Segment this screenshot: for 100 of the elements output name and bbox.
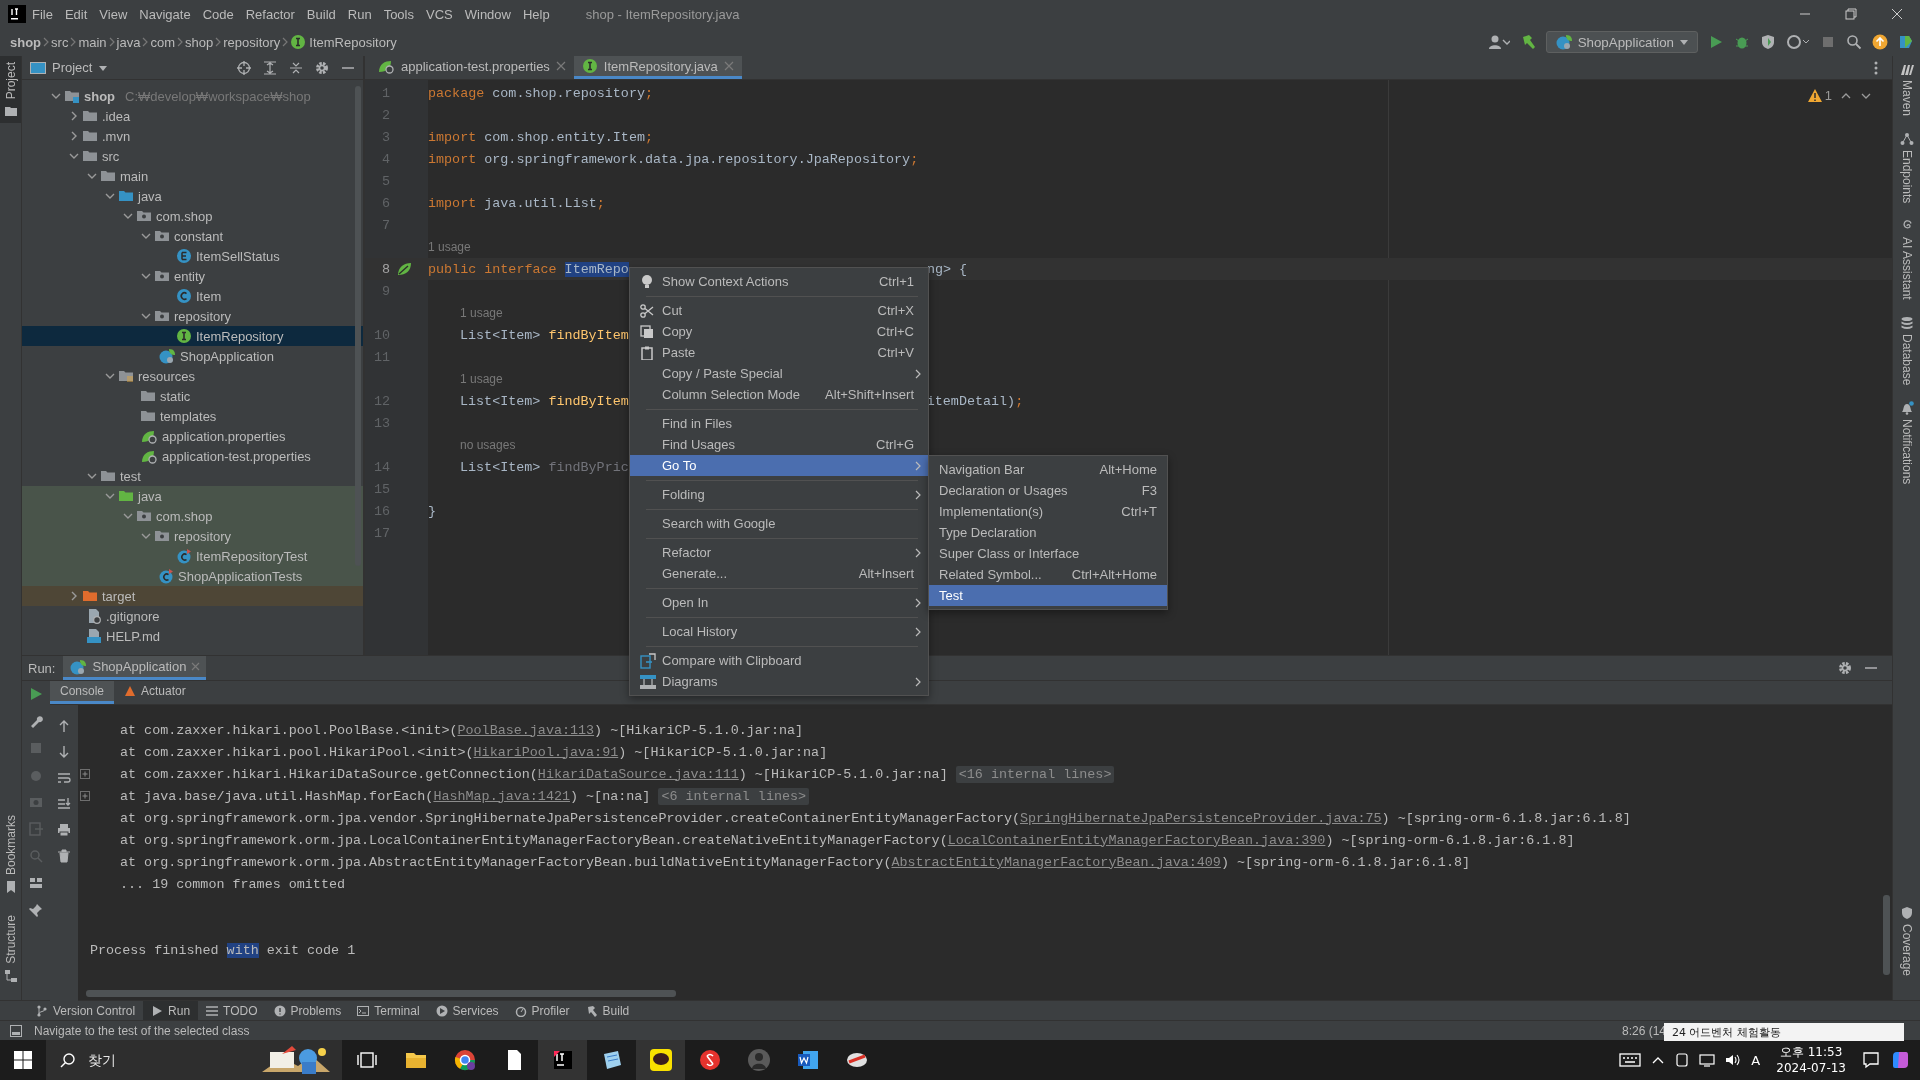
tree-row[interactable]: java — [22, 486, 363, 506]
breadcrumb[interactable]: ItemRepository — [309, 34, 397, 50]
warning-counter[interactable]: 1 — [1807, 88, 1832, 103]
tool-window-tab[interactable]: Endpoints — [1893, 126, 1920, 214]
print-icon[interactable] — [57, 823, 71, 837]
run-icon[interactable] — [1708, 34, 1724, 50]
search-icon[interactable] — [1846, 34, 1862, 50]
breadcrumb[interactable]: com — [150, 34, 175, 50]
tool-window-tab[interactable]: Profiler — [506, 1001, 578, 1020]
tree-row[interactable]: java — [22, 186, 363, 206]
menu-item[interactable]: Paste Ctrl+V — [630, 342, 928, 363]
tool-window-tab[interactable]: Coverage — [1893, 899, 1920, 986]
menu-item[interactable]: Related Symbol... Ctrl+Alt+Home — [929, 564, 1167, 585]
menu-item[interactable]: Open In — [630, 592, 928, 613]
tree-row[interactable]: application.properties — [22, 426, 363, 446]
menu-item[interactable]: Diagrams — [630, 671, 928, 692]
caret-position[interactable]: 8:26 (14 — [1621, 1023, 1666, 1038]
usage-hint[interactable]: 1 usage — [428, 240, 471, 254]
project-view-dropdown[interactable]: Project — [30, 60, 109, 75]
tree-row[interactable]: ItemRepositoryTest — [22, 546, 363, 566]
notification-popup[interactable]: 24 어드벤처 체험활동 — [1664, 1023, 1904, 1041]
menu-item[interactable]: Copy Ctrl+C — [630, 321, 928, 342]
user-icon[interactable] — [1487, 34, 1510, 50]
menu-item[interactable]: Find Usages Ctrl+G — [630, 434, 928, 455]
wrench-icon[interactable] — [29, 714, 43, 728]
menu-item[interactable]: Compare with Clipboard — [630, 650, 928, 671]
plugin-icon[interactable] — [1898, 34, 1914, 50]
input-mode-indicator[interactable]: A — [1751, 1052, 1761, 1068]
windows-logo-icon[interactable] — [14, 1051, 32, 1069]
menu-item[interactable]: Window — [458, 6, 517, 22]
tree-row[interactable]: ItemSellStatus — [22, 246, 363, 266]
tree-row[interactable]: shop C:₩develop₩workspace₩shop — [22, 86, 363, 106]
console-tab[interactable]: Console — [50, 681, 115, 704]
menu-item[interactable]: Super Class or Interface — [929, 543, 1167, 564]
menu-item[interactable]: File — [26, 6, 59, 22]
menu-item[interactable]: Build — [300, 6, 342, 22]
menu-item[interactable]: Local History — [630, 621, 928, 642]
tree-row[interactable]: static — [22, 386, 363, 406]
tool-window-tab[interactable]: Version Control — [28, 1001, 144, 1020]
run-configuration-dropdown[interactable]: ShopApplication — [1545, 31, 1698, 53]
menu-item[interactable]: Implementation(s) Ctrl+T — [929, 501, 1167, 522]
profiler-icon[interactable] — [1786, 34, 1810, 50]
console-tab[interactable]: Actuator — [114, 681, 196, 704]
breadcrumb[interactable]: src — [51, 34, 69, 50]
tree-row[interactable]: ShopApplication — [22, 346, 363, 366]
breadcrumb[interactable]: repository — [223, 34, 281, 50]
tree-row[interactable]: src — [22, 146, 363, 166]
menu-item[interactable]: Copy / Paste Special — [630, 363, 928, 384]
pin-icon[interactable] — [29, 903, 43, 917]
menu-item[interactable]: Navigate — [133, 6, 197, 22]
tree-row[interactable]: application-test.properties — [22, 446, 363, 466]
menu-item[interactable]: Run — [341, 6, 378, 22]
clock[interactable]: 오후 11:53 2024-07-13 — [1770, 1044, 1852, 1076]
update-icon[interactable] — [1872, 34, 1888, 50]
menu-item[interactable]: Show Context Actions Ctrl+1 — [630, 271, 928, 292]
tool-window-tab[interactable]: Project — [0, 56, 21, 124]
settings-icon[interactable] — [1838, 661, 1852, 675]
arrow-down-icon[interactable] — [57, 745, 71, 759]
run-configuration-tab[interactable]: ShopApplication — [63, 656, 207, 680]
expand-all-icon[interactable] — [263, 60, 277, 75]
menu-item[interactable]: Navigation Bar Alt+Home — [929, 459, 1167, 480]
menu-item[interactable]: Refactor — [630, 542, 928, 563]
menu-item[interactable]: Declaration or Usages F3 — [929, 480, 1167, 501]
tool-window-tab[interactable]: Problems — [265, 1001, 350, 1020]
menu-item[interactable]: Code — [196, 6, 240, 22]
breadcrumb[interactable]: shop — [10, 34, 42, 50]
tool-window-tab[interactable]: Terminal — [349, 1001, 428, 1020]
tree-row[interactable]: entity — [22, 266, 363, 286]
tool-window-tab[interactable]: Run — [143, 1001, 199, 1020]
tree-row[interactable]: .mvn — [22, 126, 363, 146]
settings-icon[interactable] — [315, 60, 329, 75]
menu-item[interactable]: Go To — [630, 455, 928, 476]
menu-item[interactable]: Help — [516, 6, 556, 22]
tool-window-tab[interactable]: Structure — [0, 909, 21, 988]
menu-item[interactable]: Cut Ctrl+X — [630, 300, 928, 321]
tree-row[interactable]: test — [22, 466, 363, 486]
tree-row[interactable]: resources — [22, 366, 363, 386]
menu-item[interactable]: Test — [929, 585, 1167, 606]
breadcrumb[interactable]: shop — [185, 34, 214, 50]
usage-hint[interactable]: 1 usage — [460, 372, 503, 386]
trash-icon[interactable] — [57, 849, 71, 863]
tree-row[interactable]: com.shop — [22, 506, 363, 526]
usage-hint[interactable]: no usages — [460, 438, 516, 452]
expand-fold-icon[interactable] — [80, 791, 90, 801]
menu-item[interactable]: Type Declaration — [929, 522, 1167, 543]
tree-row[interactable]: target — [22, 586, 363, 606]
expand-fold-icon[interactable] — [80, 769, 90, 779]
tool-window-tab[interactable]: Services — [427, 1001, 507, 1020]
menu-item[interactable]: Folding — [630, 484, 928, 505]
close-icon[interactable] — [1891, 8, 1903, 20]
menu-item[interactable]: VCS — [420, 6, 459, 22]
tree-row[interactable]: constant — [22, 226, 363, 246]
tree-row[interactable]: ItemRepository — [22, 326, 363, 346]
restore-icon[interactable] — [1845, 8, 1857, 20]
tool-window-tab[interactable]: Bookmarks — [0, 809, 21, 900]
menu-item[interactable]: Tools — [377, 6, 420, 22]
tree-row[interactable]: ShopApplicationTests — [22, 566, 363, 586]
usage-hint[interactable]: 1 usage — [460, 306, 503, 320]
soft-wrap-icon[interactable] — [57, 771, 71, 785]
scrollbar[interactable] — [355, 86, 361, 566]
